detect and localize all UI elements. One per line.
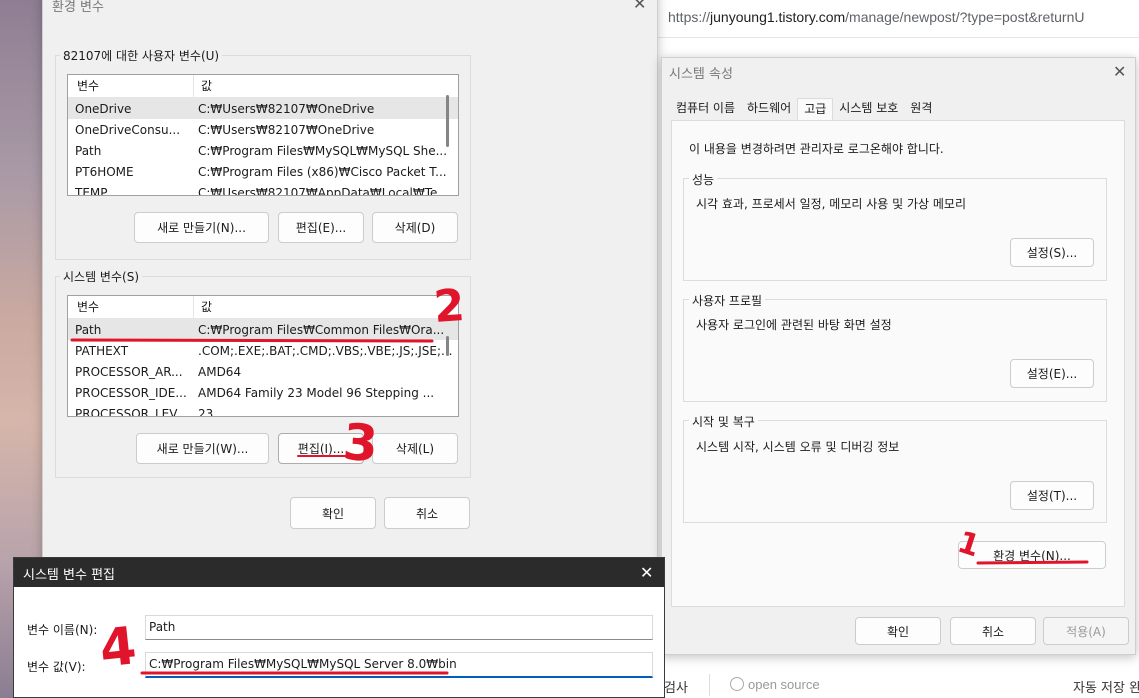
var-value: .COM;.EXE;.BAT;.CMD;.VBS;.VBE;.JS;.JSE;.…	[198, 343, 453, 358]
var-value: C:₩Program Files₩MySQL₩MySQL She...	[198, 143, 448, 158]
var-name: OneDrive	[75, 101, 132, 116]
env-cancel-button[interactable]: 취소	[384, 497, 470, 529]
browser-url[interactable]: https://junyoung1.tistory.com/manage/new…	[668, 9, 1084, 25]
divider	[709, 674, 710, 696]
close-icon[interactable]: ✕	[633, 0, 646, 12]
table-row[interactable]: PT6HOME C:₩Program Files (x86)₩Cisco Pack…	[68, 161, 458, 182]
variable-value-label: 변수 값(V):	[27, 660, 86, 674]
var-name: Path	[75, 322, 102, 337]
startup-recovery-desc: 시스템 시작, 시스템 오류 및 디버깅 정보	[696, 440, 900, 454]
sysprops-ok-button[interactable]: 확인	[855, 617, 941, 645]
startup-settings-button[interactable]: 설정(T)...	[1010, 481, 1094, 510]
list-header: 변수 값	[68, 75, 458, 98]
var-value: AMD64 Family 23 Model 96 Stepping ...	[198, 385, 435, 400]
variable-name-label: 변수 이름(N):	[27, 623, 98, 637]
list-header: 변수 값	[68, 296, 458, 319]
table-row[interactable]: Path C:₩Program Files₩Common Files₩Ora...	[68, 319, 458, 340]
environment-variables-button[interactable]: 환경 변수(N)...	[958, 541, 1106, 569]
user-edit-button[interactable]: 편집(E)...	[278, 212, 364, 243]
table-row[interactable]: PROCESSOR_AR... AMD64	[68, 361, 458, 382]
search-label[interactable]: 검사	[664, 677, 688, 696]
performance-settings-button[interactable]: 설정(S)...	[1010, 238, 1094, 267]
annotation-step-4: 4	[96, 616, 140, 680]
var-name: PT6HOME	[75, 164, 134, 179]
performance-title: 성능	[689, 171, 718, 188]
user-profile-settings-button[interactable]: 설정(E)...	[1010, 359, 1094, 388]
close-icon[interactable]: ✕	[1113, 64, 1126, 80]
autosave-label: 자동 저장 완	[1073, 681, 1139, 696]
startup-recovery-title: 시작 및 복구	[689, 413, 758, 430]
sysprops-title: 시스템 속성	[669, 67, 733, 82]
column-header-value[interactable]: 값	[194, 75, 458, 97]
user-profile-title: 사용자 프로필	[689, 292, 766, 309]
env-ok-button[interactable]: 확인	[290, 497, 376, 529]
edit-dialog-title: 시스템 변수 편집	[23, 568, 115, 583]
table-row[interactable]: PROCESSOR_IDE... AMD64 Family 23 Model 96…	[68, 382, 458, 403]
tab-bar: 컴퓨터 이름 하드웨어 고급 시스템 보호 원격	[670, 98, 938, 121]
user-profile-desc: 사용자 로그인에 관련된 바탕 화면 설정	[696, 318, 892, 332]
var-value: C:₩Users₩82107₩OneDrive	[198, 122, 375, 137]
annotation-step-3: 3	[341, 412, 380, 474]
var-name: PATHEXT	[75, 343, 129, 358]
var-value: C:₩Program Files (x86)₩Cisco Packet T...	[198, 164, 447, 179]
variable-value-field[interactable]: C:₩Program Files₩MySQL₩MySQL Server 8.0₩…	[145, 652, 653, 678]
annotation-step-2: 2	[432, 279, 467, 334]
sysprops-cancel-button[interactable]: 취소	[950, 617, 1036, 645]
column-header-name[interactable]: 변수	[68, 75, 194, 97]
system-delete-button[interactable]: 삭제(L)	[372, 433, 458, 464]
user-vars-list[interactable]: 변수 값 OneDrive C:₩Users₩82107₩OneDrive One…	[67, 74, 459, 196]
column-header-value[interactable]: 값	[194, 296, 458, 318]
tab-computer-name[interactable]: 컴퓨터 이름	[670, 98, 741, 120]
scrollbar-thumb[interactable]	[446, 336, 449, 356]
open-source-link[interactable]: open source	[730, 677, 820, 692]
tab-advanced[interactable]: 고급	[797, 98, 834, 121]
close-icon[interactable]: ✕	[640, 565, 653, 581]
var-name: PROCESSOR_IDE...	[75, 385, 187, 400]
var-name: Path	[75, 143, 102, 158]
variable-name-field[interactable]: Path	[145, 615, 653, 640]
table-row[interactable]: PATHEXT .COM;.EXE;.BAT;.CMD;.VBS;.VBE;.JS…	[68, 340, 458, 361]
tab-system-protection[interactable]: 시스템 보호	[833, 98, 904, 120]
var-name: PROCESSOR_AR...	[75, 364, 183, 379]
var-value: AMD64	[198, 364, 242, 379]
table-row[interactable]: OneDriveConsu... C:₩Users₩82107₩OneDrive	[68, 119, 458, 140]
tab-remote[interactable]: 원격	[904, 98, 938, 120]
table-row[interactable]: OneDrive C:₩Users₩82107₩OneDrive	[68, 98, 458, 119]
system-vars-group-title: 시스템 변수(S)	[60, 268, 142, 285]
var-value: 23	[198, 406, 214, 417]
tab-hardware[interactable]: 하드웨어	[741, 98, 797, 120]
var-name: PROCESSOR_LEV...	[75, 406, 188, 417]
var-value: C:₩Users₩82107₩OneDrive	[198, 101, 375, 116]
table-row[interactable]: Path C:₩Program Files₩MySQL₩MySQL She...	[68, 140, 458, 161]
user-vars-group-title: 82107에 대한 사용자 변수(U)	[60, 47, 223, 64]
env-dialog-title: 환경 변수	[52, 0, 104, 15]
user-new-button[interactable]: 새로 만들기(N)...	[134, 212, 269, 243]
scrollbar-thumb[interactable]	[446, 95, 449, 147]
system-vars-list[interactable]: 변수 값 Path C:₩Program Files₩Common Files₩O…	[67, 295, 459, 417]
var-value: C:₩Program Files₩Common Files₩Ora...	[198, 322, 445, 337]
table-row[interactable]: PROCESSOR_LEV... 23	[68, 403, 458, 417]
column-header-name[interactable]: 변수	[68, 296, 194, 318]
admin-note: 이 내용을 변경하려면 관리자로 로그온해야 합니다.	[689, 142, 944, 156]
performance-desc: 시각 효과, 프로세서 일정, 메모리 사용 및 가상 메모리	[696, 197, 966, 211]
table-row[interactable]: TEMP C:₩Users₩82107₩AppData₩Local₩Te...	[68, 182, 458, 196]
system-new-button[interactable]: 새로 만들기(W)...	[136, 433, 269, 464]
user-delete-button[interactable]: 삭제(D)	[372, 212, 458, 243]
var-value: C:₩Users₩82107₩AppData₩Local₩Te...	[198, 185, 449, 196]
var-name: TEMP	[75, 185, 108, 196]
sysprops-apply-button[interactable]: 적용(A)	[1043, 617, 1129, 645]
var-name: OneDriveConsu...	[75, 122, 181, 137]
open-source-icon	[730, 677, 744, 691]
